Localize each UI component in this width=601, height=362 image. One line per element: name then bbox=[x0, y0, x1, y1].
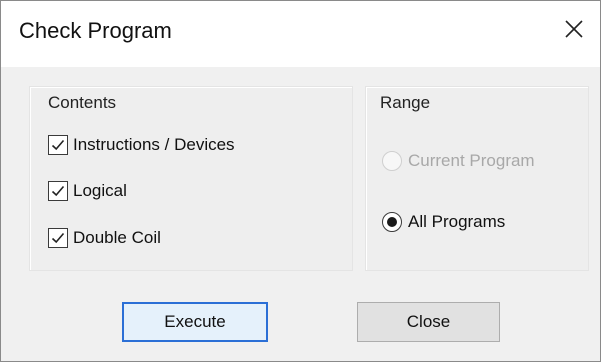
checkbox-label: Double Coil bbox=[73, 228, 161, 247]
radio-current-program[interactable]: Current Program bbox=[382, 151, 535, 171]
radio-label: All Programs bbox=[408, 212, 506, 231]
radio-all-programs[interactable]: All Programs bbox=[382, 212, 505, 232]
checkbox-checked-icon[interactable] bbox=[48, 135, 68, 155]
checkbox-label: Logical bbox=[73, 181, 127, 200]
dialog-title: Check Program bbox=[19, 18, 172, 43]
checkbox-checked-icon[interactable] bbox=[48, 181, 68, 201]
contents-group: Contents Instructions / Devices Logical … bbox=[29, 86, 353, 271]
range-group: Range Current Program All Programs bbox=[365, 86, 589, 271]
radio-selected-icon[interactable] bbox=[382, 212, 402, 232]
checkbox-double-coil[interactable]: Double Coil bbox=[48, 228, 161, 248]
contents-group-title: Contents bbox=[48, 93, 117, 112]
close-button[interactable]: Close bbox=[357, 302, 500, 342]
check-program-dialog: Check Program Contents Instructions / De… bbox=[0, 0, 601, 362]
radio-dot bbox=[387, 217, 397, 227]
radio-label: Current Program bbox=[408, 151, 535, 170]
execute-button[interactable]: Execute bbox=[122, 302, 268, 342]
checkbox-logical[interactable]: Logical bbox=[48, 181, 127, 201]
radio-unselected-icon[interactable] bbox=[382, 151, 402, 171]
range-group-title: Range bbox=[380, 93, 431, 112]
checkbox-label: Instructions / Devices bbox=[73, 135, 235, 154]
title-bar: Check Program bbox=[1, 1, 600, 67]
checkbox-instructions-devices[interactable]: Instructions / Devices bbox=[48, 135, 235, 155]
checkbox-checked-icon[interactable] bbox=[48, 228, 68, 248]
close-icon[interactable] bbox=[558, 13, 590, 45]
